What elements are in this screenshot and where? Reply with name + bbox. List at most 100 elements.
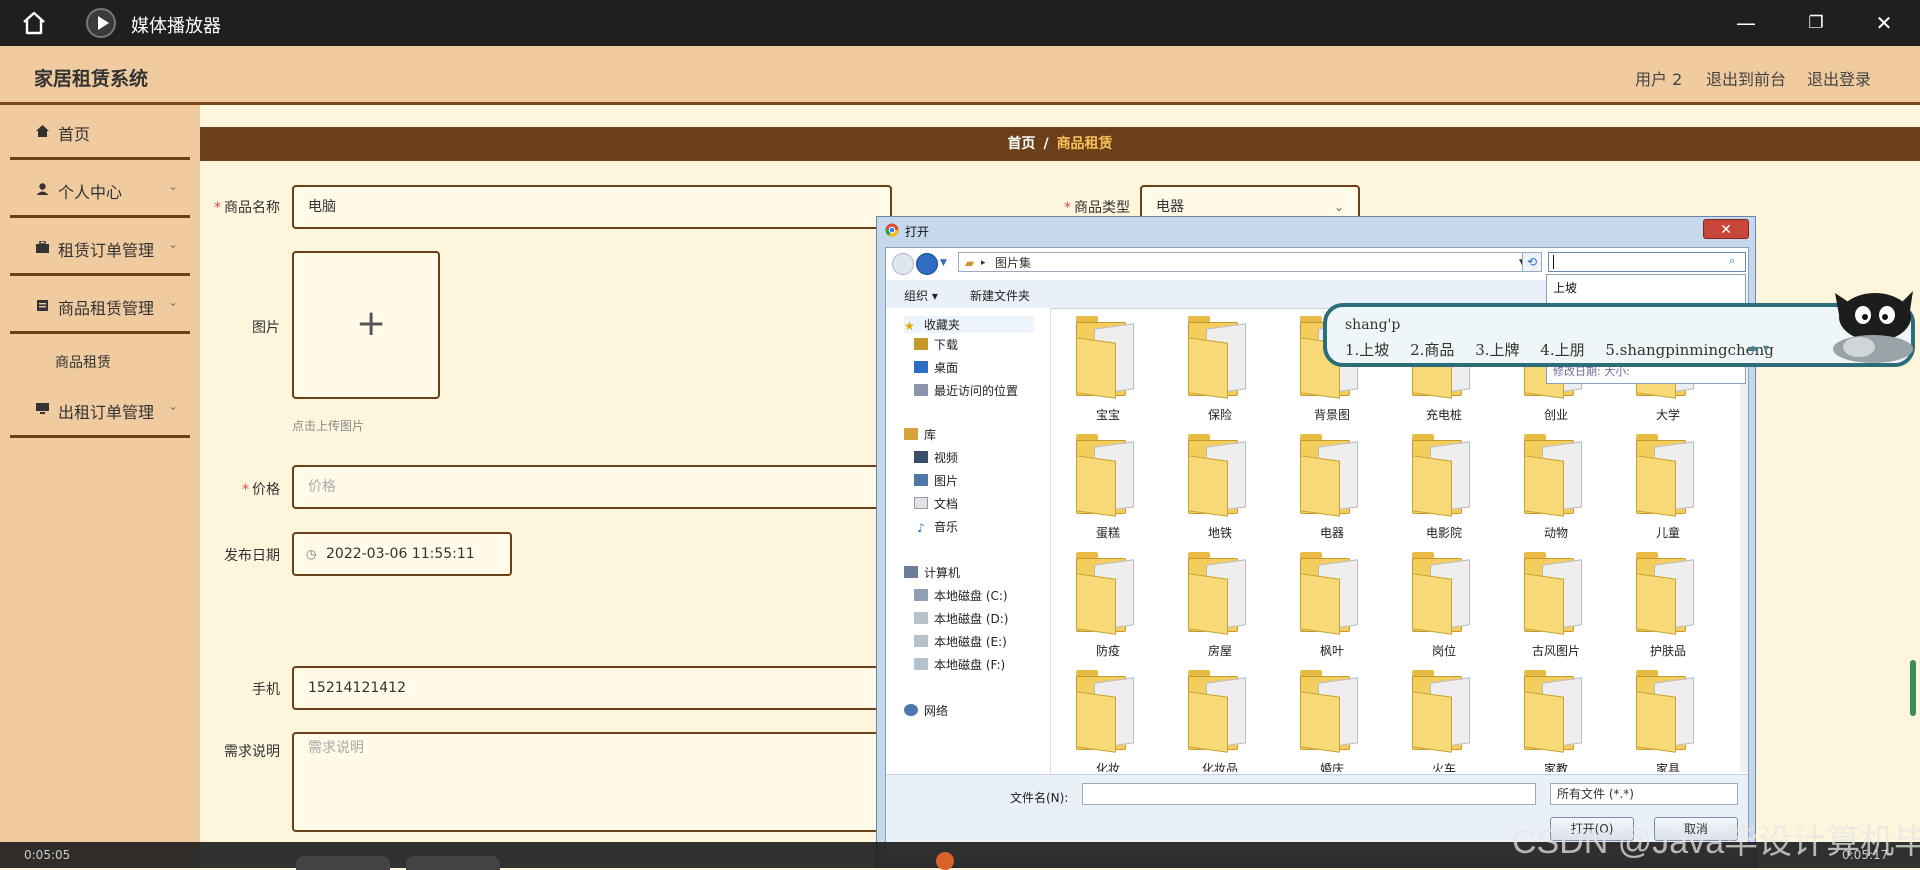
tree-libraries[interactable]: 库 [904,426,936,443]
folder-name: 岗位 [1431,644,1456,658]
home-icon[interactable] [20,9,48,37]
tree-documents[interactable]: 文档 [914,495,958,512]
breadcrumb-home[interactable]: 首页 [1007,136,1035,152]
folder-item[interactable]: 家教 [1500,664,1612,772]
sidebar-item-product-rental[interactable]: 商品租赁管理 ⌄ [10,279,190,334]
publish-date-input[interactable]: ◷ 2022-03-06 11:55:11 [292,532,512,576]
tree-computer[interactable]: 计算机 [904,564,960,581]
folder-item[interactable]: 儿童 [1612,428,1724,546]
filename-input[interactable] [1082,783,1536,805]
sidebar-item-rental-orders[interactable]: 租赁订单管理 ⌄ [10,221,190,276]
tree-downloads[interactable]: 下载 [914,336,958,353]
folder-name: 大学 [1655,408,1680,422]
video-icon [914,451,928,463]
folder-item[interactable]: 火车 [1388,664,1500,772]
folder-icon [1636,434,1700,517]
tree-pictures[interactable]: 图片 [914,472,958,489]
ime-candidate[interactable]: 2.商品 [1410,341,1454,359]
logout-link[interactable]: 退出登录 [1807,66,1871,90]
sidebar-item-label: 出租订单管理 [58,403,155,422]
tree-drive-f[interactable]: 本地磁盘 (F:) [914,656,1005,673]
seek-handle[interactable] [936,852,954,870]
close-button[interactable]: ✕ [1869,10,1899,36]
folder-item[interactable]: 防疫 [1052,546,1164,664]
tree-drive-c[interactable]: 本地磁盘 (C:) [914,587,1008,604]
tree-network[interactable]: 网络 [904,702,948,719]
tree-favorites[interactable]: ★ 收藏夹 [904,316,1034,333]
ime-candidate[interactable]: 3.上牌 [1475,341,1519,359]
folder-icon [1076,670,1140,753]
folder-item[interactable]: 护肤品 [1612,546,1724,664]
folder-icon: ▰ [965,256,975,270]
player-title: 媒体播放器 [131,16,221,37]
sidebar-item-label: 租赁订单管理 [58,241,155,260]
sidebar-item-lease-orders[interactable]: 出租订单管理 ⌄ [10,383,190,438]
folder-item[interactable]: 保险 [1164,310,1276,428]
tree-desktop[interactable]: 桌面 [914,359,958,376]
folder-item[interactable]: 化妆 [1052,664,1164,772]
ime-page-arrows[interactable]: ◂▸ ▾ [1747,341,1769,355]
autocomplete-item[interactable]: 上坡 [1553,279,1577,296]
tree-drive-d[interactable]: 本地磁盘 (D:) [914,610,1008,627]
music-icon: ♪ [917,521,925,535]
monitor-icon [36,403,49,414]
sidebar: 首页 个人中心 ⌄ 租赁订单管理 ⌄ 商品租赁管理 ⌄ 出租订单管理 ⌄ [0,105,200,868]
back-arrow-icon[interactable] [892,253,914,275]
tree-music[interactable]: ♪ 音乐 [914,518,958,535]
search-input[interactable]: ⌕ [1548,252,1746,272]
address-bar[interactable]: ▰ ▸ 图片集 ▼ [958,252,1538,272]
history-dropdown-icon[interactable]: ▼ [940,258,947,268]
folder-item[interactable]: 电器 [1276,428,1388,546]
drive-icon [914,635,928,647]
folder-item[interactable]: 地铁 [1164,428,1276,546]
folder-item[interactable]: 电影院 [1388,428,1500,546]
ime-candidate[interactable]: 4.上朋 [1540,341,1584,359]
folder-item[interactable]: 房屋 [1164,546,1276,664]
folder-icon [1412,434,1476,517]
folder-item[interactable]: 枫叶 [1276,546,1388,664]
organize-menu[interactable]: 组织 ▾ [904,287,938,304]
tree-recent-places[interactable]: 最近访问的位置 [914,382,1018,399]
folder-item[interactable]: 化妆品 [1164,664,1276,772]
phone-input[interactable]: 15214121412 [292,666,892,710]
folder-item[interactable]: 古风图片 [1500,546,1612,664]
folder-name: 房屋 [1207,644,1232,658]
sidebar-item-home[interactable]: 首页 [10,105,190,160]
price-input[interactable]: 价格 [292,465,892,509]
filename-label: 文件名(N): [1010,791,1069,805]
refresh-icon[interactable]: ⟲ [1522,252,1542,272]
dialog-close-button[interactable]: ✕ [1703,219,1749,239]
product-name-input[interactable]: 电脑 [292,185,892,229]
forward-arrow-icon[interactable] [916,253,938,275]
ime-candidates: 1.上坡 2.商品 3.上牌 4.上朋 5.shangpinmingcheng [1345,339,1790,360]
app-title: 家居租赁系统 [34,68,149,90]
description-textarea[interactable]: 需求说明 [292,732,892,832]
minimize-button[interactable]: — [1731,10,1761,36]
media-player-logo-icon [86,8,116,38]
folder-item[interactable]: 家具 [1612,664,1724,772]
folder-icon [1300,670,1364,753]
back-to-front-link[interactable]: 退出到前台 [1706,66,1786,90]
computer-icon [904,566,918,578]
folder-item[interactable]: 宝宝 [1052,310,1164,428]
user-link[interactable]: 用户 2 [1635,66,1682,90]
ime-candidate[interactable]: 1.上坡 [1345,341,1389,359]
date-label: 发布日期 [224,548,280,564]
image-upload-button[interactable]: + [292,251,440,399]
filetype-select[interactable]: 所有文件 (*.*) [1550,783,1738,805]
folder-item[interactable]: 婚庆 [1276,664,1388,772]
breadcrumb-separator: / [1043,136,1049,152]
folder-item[interactable]: 岗位 [1388,546,1500,664]
sidebar-subitem-product-rental[interactable]: 商品租赁 [55,352,111,372]
folder-icon [1300,434,1364,517]
page-scrollbar-thumb[interactable] [1910,660,1916,716]
maximize-button[interactable]: ❐ [1801,10,1831,36]
tree-videos[interactable]: 视频 [914,449,958,466]
breadcrumb-arrow-icon: ▸ [981,258,986,268]
tree-drive-e[interactable]: 本地磁盘 (E:) [914,633,1007,650]
clock-icon: ◷ [306,547,317,561]
new-folder-button[interactable]: 新建文件夹 [970,287,1030,304]
sidebar-item-personal-center[interactable]: 个人中心 ⌄ [10,163,190,218]
folder-item[interactable]: 动物 [1500,428,1612,546]
folder-item[interactable]: 蛋糕 [1052,428,1164,546]
